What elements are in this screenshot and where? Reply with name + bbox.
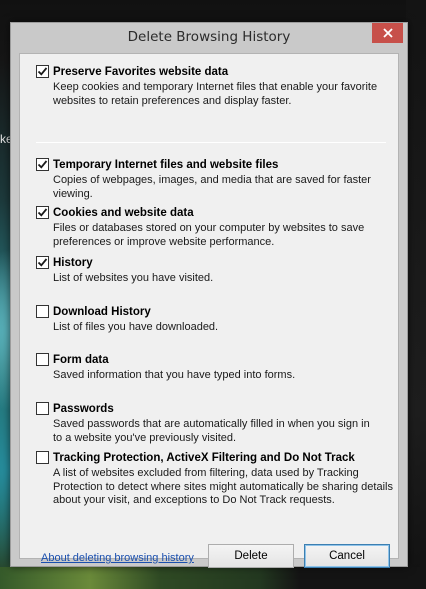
tracking-protection-checkbox[interactable] <box>36 451 49 464</box>
preserve-favorites-checkbox[interactable] <box>36 65 49 78</box>
option-label[interactable]: Download History <box>53 306 151 318</box>
about-deleting-history-link[interactable]: About deleting browsing history <box>41 552 194 564</box>
dialog-body: Preserve Favorites website data Keep coo… <box>19 53 399 568</box>
delete-button[interactable]: Delete <box>208 544 294 568</box>
option-description: Keep cookies and temporary Internet file… <box>53 81 378 107</box>
separator <box>36 142 386 143</box>
checkmark-icon <box>37 160 48 169</box>
option-description: Copies of webpages, images, and media th… <box>53 174 371 200</box>
option-label[interactable]: Cookies and website data <box>53 207 194 219</box>
checkmark-icon <box>37 67 48 76</box>
cookies-checkbox[interactable] <box>36 206 49 219</box>
checkmark-icon <box>37 208 48 217</box>
delete-browsing-history-dialog: Delete Browsing History Preserve Favorit… <box>10 22 408 568</box>
cancel-button[interactable]: Cancel <box>304 544 390 568</box>
checkmark-icon <box>37 258 48 267</box>
option-label[interactable]: History <box>53 257 93 269</box>
option-description: List of websites you have visited. <box>53 272 214 284</box>
option-description: A list of websites excluded from filteri… <box>53 467 393 506</box>
desktop-bottom-strip <box>0 567 426 589</box>
option-label[interactable]: Passwords <box>53 403 114 415</box>
option-history: History List of websites you have visite… <box>36 255 386 286</box>
dialog-title: Delete Browsing History <box>127 29 291 45</box>
option-description: Files or databases stored on your comput… <box>53 222 365 248</box>
option-cookies: Cookies and website data Files or databa… <box>36 205 386 249</box>
option-description: Saved passwords that are automatically f… <box>53 418 370 444</box>
option-description: List of files you have downloaded. <box>53 321 219 333</box>
option-label[interactable]: Tracking Protection, ActiveX Filtering a… <box>53 452 355 464</box>
close-icon <box>382 28 393 38</box>
option-label[interactable]: Form data <box>53 354 109 366</box>
history-checkbox[interactable] <box>36 256 49 269</box>
option-form-data: Form data Saved information that you hav… <box>36 352 386 383</box>
form-data-checkbox[interactable] <box>36 353 49 366</box>
desktop-edge <box>406 0 426 589</box>
close-button[interactable] <box>372 23 403 43</box>
passwords-checkbox[interactable] <box>36 402 49 415</box>
option-preserve-favorites: Preserve Favorites website data Keep coo… <box>36 64 386 108</box>
option-label[interactable]: Temporary Internet files and website fil… <box>53 159 278 171</box>
option-download-history: Download History List of files you have … <box>36 304 386 335</box>
option-description: Saved information that you have typed in… <box>53 369 296 381</box>
option-tracking-protection: Tracking Protection, ActiveX Filtering a… <box>36 450 393 508</box>
option-label[interactable]: Preserve Favorites website data <box>53 66 228 78</box>
download-history-checkbox[interactable] <box>36 305 49 318</box>
title-bar[interactable]: Delete Browsing History <box>11 23 407 53</box>
option-temporary-internet-files: Temporary Internet files and website fil… <box>36 157 386 201</box>
temporary-internet-files-checkbox[interactable] <box>36 158 49 171</box>
option-passwords: Passwords Saved passwords that are autom… <box>36 401 386 445</box>
